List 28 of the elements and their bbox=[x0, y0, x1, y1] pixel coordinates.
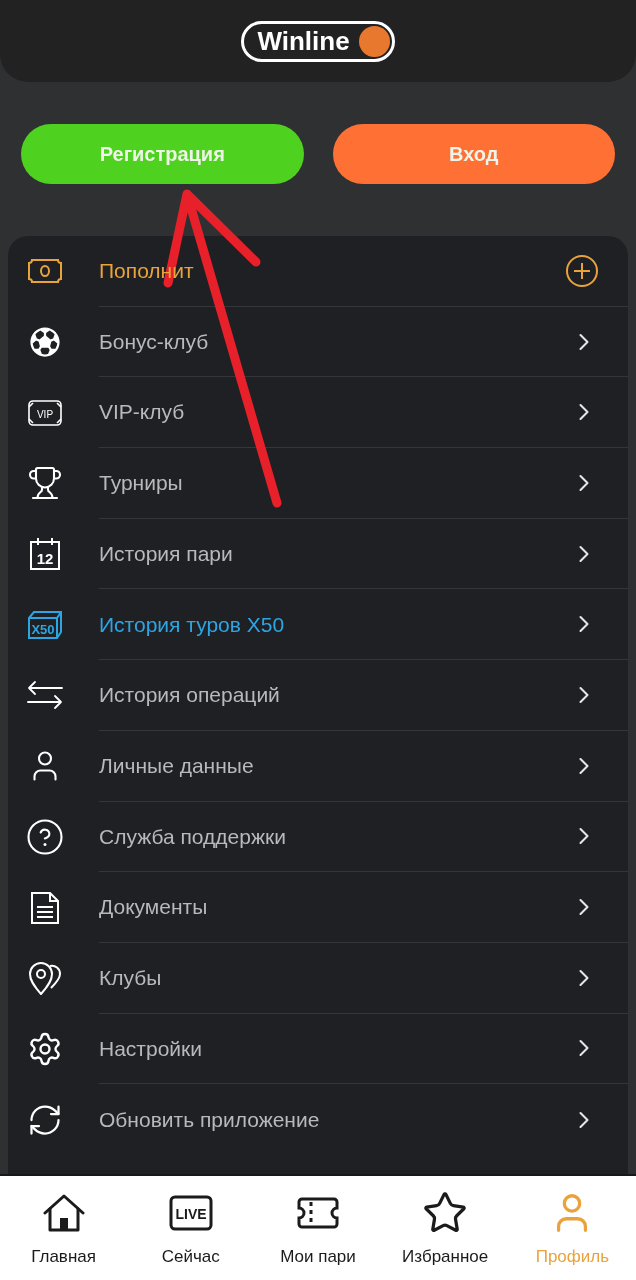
banknote-icon bbox=[28, 259, 62, 284]
logo-text: Winline bbox=[257, 28, 350, 54]
transfer-arrows-icon bbox=[27, 680, 63, 711]
nav-tab[interactable]: Главная bbox=[0, 1176, 128, 1280]
menu-item-label[interactable]: Личные данные bbox=[99, 749, 254, 782]
add-icon[interactable] bbox=[566, 254, 598, 287]
help-icon bbox=[27, 818, 63, 855]
map-pins-icon bbox=[28, 961, 62, 996]
document-icon bbox=[30, 890, 60, 925]
menu-item-label[interactable]: История туров X50 bbox=[99, 608, 285, 641]
box-icon: X50 bbox=[27, 609, 63, 640]
menu-item-label[interactable]: История пари bbox=[99, 537, 233, 570]
menu-item-label[interactable]: Клубы bbox=[99, 961, 162, 994]
menu-item-label[interactable]: Документы bbox=[99, 891, 208, 923]
nav-tab[interactable]: Избранное bbox=[381, 1176, 509, 1280]
menu-item-label[interactable]: Служба поддержки bbox=[99, 820, 286, 853]
menu-item-label[interactable]: История операций bbox=[99, 679, 280, 711]
home-icon bbox=[42, 1193, 85, 1233]
nav-tab[interactable]: LIVE Сейчас bbox=[127, 1176, 255, 1280]
live-icon: LIVE bbox=[168, 1195, 213, 1231]
nav-tab[interactable]: Мои пари bbox=[254, 1176, 382, 1280]
menu-item-label[interactable]: Турниры bbox=[99, 467, 183, 499]
vip-ticket-icon: VIP bbox=[28, 399, 62, 426]
menu-item-label[interactable]: VIP-клуб bbox=[99, 396, 185, 428]
menu-item-label[interactable]: Бонус-клуб bbox=[99, 325, 209, 358]
menu-item-label[interactable]: Настройки bbox=[99, 1032, 202, 1065]
ticket-icon bbox=[296, 1195, 340, 1231]
menu-item-label[interactable]: Обновить приложение bbox=[99, 1103, 320, 1136]
